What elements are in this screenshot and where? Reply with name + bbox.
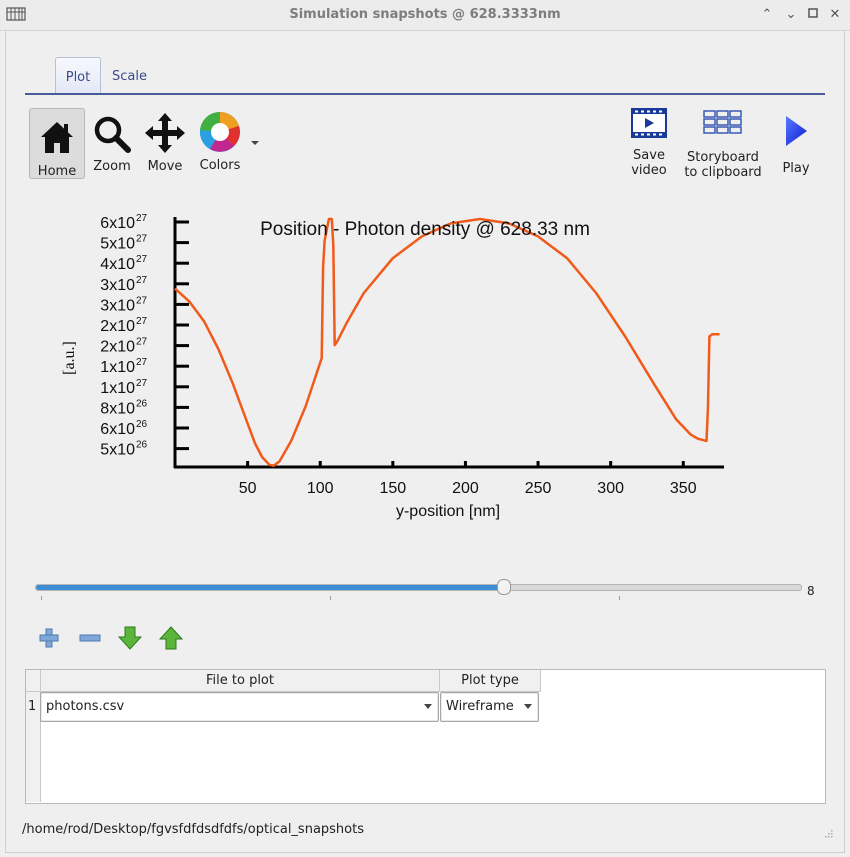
y-tick-exponent: 26 xyxy=(136,398,148,409)
x-axis-label: y-position [nm] xyxy=(396,503,500,520)
file-select[interactable]: photons.csv xyxy=(40,692,439,722)
slider-tick xyxy=(619,596,620,600)
close-icon[interactable]: ✕ xyxy=(826,6,844,24)
plot-type-value: Wireframe xyxy=(446,699,514,714)
save-video-button[interactable]: Save video xyxy=(620,108,678,180)
y-tick-exponent: 26 xyxy=(136,440,148,451)
slider-value: 8 xyxy=(807,584,815,598)
slider-tick xyxy=(41,596,42,600)
y-tick-exponent: 27 xyxy=(136,337,148,348)
maximize-icon[interactable] xyxy=(804,6,822,24)
y-tick-label: 6x10 xyxy=(100,421,135,438)
minus-icon xyxy=(79,634,101,642)
header-plot-type[interactable]: Plot type xyxy=(440,670,541,692)
plus-icon xyxy=(39,628,59,648)
chevron-down-icon[interactable]: ⌄ xyxy=(782,6,800,24)
title-bar: Simulation snapshots @ 628.3333nm ⌃ ⌄ ✕ xyxy=(0,0,850,31)
home-label: Home xyxy=(37,164,77,179)
row-number[interactable]: 1 xyxy=(28,699,36,714)
slider-handle[interactable] xyxy=(496,579,511,595)
file-select-value: photons.csv xyxy=(46,699,125,714)
x-tick-label: 250 xyxy=(525,480,552,497)
play-icon xyxy=(786,116,807,146)
y-tick-label: 4x10 xyxy=(100,256,135,273)
y-tick-exponent: 27 xyxy=(136,213,148,224)
header-file-to-plot[interactable]: File to plot xyxy=(41,670,440,692)
tab-plot[interactable]: Plot xyxy=(55,57,101,94)
move-row-up-button[interactable] xyxy=(158,625,184,651)
play-button[interactable]: Play xyxy=(776,108,816,178)
y-tick-label: 5x10 xyxy=(100,236,135,253)
y-tick-label: 2x10 xyxy=(100,318,135,335)
move-icon xyxy=(145,113,185,153)
colors-button[interactable]: Colors xyxy=(196,108,244,177)
storyboard-button[interactable]: Storyboard to clipboard xyxy=(682,108,764,180)
x-tick-label: 350 xyxy=(670,480,697,497)
arrow-down-icon xyxy=(117,626,143,650)
storyboard-label-2: to clipboard xyxy=(684,165,762,180)
photon-density-plot[interactable]: 6x10 275x10 274x10 273x10 273x10 272x10 272x10… xyxy=(0,200,850,530)
y-tick-label: 5x10 xyxy=(100,442,135,459)
move-row-down-button[interactable] xyxy=(117,625,143,651)
play-label: Play xyxy=(782,161,810,176)
x-tick-label: 200 xyxy=(452,480,479,497)
video-icon xyxy=(631,108,667,138)
resize-grip-icon[interactable] xyxy=(823,828,833,838)
x-tick-label: 100 xyxy=(307,480,334,497)
frame-slider[interactable] xyxy=(35,579,802,595)
y-tick-exponent: 26 xyxy=(136,419,148,430)
save-video-label-2: video xyxy=(631,163,667,178)
slider-tick xyxy=(330,596,331,600)
y-tick-label: 2x10 xyxy=(100,339,135,356)
tab-scale[interactable]: Scale xyxy=(112,57,147,93)
x-tick-label: 150 xyxy=(379,480,406,497)
storyboard-icon xyxy=(703,110,742,134)
plot-type-select[interactable]: Wireframe xyxy=(440,692,539,722)
x-tick-label: 300 xyxy=(597,480,624,497)
y-tick-label: 1x10 xyxy=(100,359,135,376)
x-tick-label: 50 xyxy=(239,480,257,497)
window-title: Simulation snapshots @ 628.3333nm xyxy=(289,7,561,22)
y-tick-exponent: 27 xyxy=(136,275,148,286)
y-tick-exponent: 27 xyxy=(136,378,148,389)
color-wheel-icon xyxy=(199,111,240,152)
remove-row-button[interactable] xyxy=(77,625,103,651)
slider-fill xyxy=(36,585,503,590)
y-tick-exponent: 27 xyxy=(136,357,148,368)
storyboard-label-1: Storyboard xyxy=(687,150,759,165)
home-icon xyxy=(41,122,73,153)
home-button[interactable]: Home xyxy=(29,108,85,179)
y-tick-label: 6x10 xyxy=(100,215,135,232)
tab-divider xyxy=(25,93,825,95)
save-video-label-1: Save xyxy=(633,148,665,163)
y-axis-label: [a.u.] xyxy=(61,341,78,375)
y-tick-exponent: 27 xyxy=(136,316,148,327)
zoom-label: Zoom xyxy=(93,159,131,174)
dropdown-arrow-icon xyxy=(524,704,532,709)
file-table: File to plot Plot type 1 photons.csv Wir… xyxy=(25,669,826,804)
dropdown-arrow-icon xyxy=(424,704,432,709)
move-label: Move xyxy=(147,159,183,174)
colors-dropdown-arrow-icon[interactable] xyxy=(251,141,259,145)
table-corner xyxy=(26,670,41,692)
add-row-button[interactable] xyxy=(36,625,62,651)
zoom-icon xyxy=(94,116,131,153)
status-path: /home/rod/Desktop/fgvsfdfdsdfdfs/optical… xyxy=(22,822,364,837)
y-tick-label: 8x10 xyxy=(100,400,135,417)
move-button[interactable]: Move xyxy=(142,108,188,177)
chart-title: Position - Photon density @ 628.33 nm xyxy=(260,219,590,240)
series-line xyxy=(174,217,720,467)
arrow-up-icon xyxy=(158,626,184,650)
chevron-up-icon[interactable]: ⌃ xyxy=(758,6,776,24)
y-tick-exponent: 27 xyxy=(136,295,148,306)
y-tick-exponent: 27 xyxy=(136,254,148,265)
zoom-button[interactable]: Zoom xyxy=(88,108,136,177)
y-tick-exponent: 27 xyxy=(136,234,148,245)
y-tick-label: 3x10 xyxy=(100,277,135,294)
y-tick-label: 3x10 xyxy=(100,297,135,314)
y-tick-label: 1x10 xyxy=(100,380,135,397)
colors-label: Colors xyxy=(199,158,241,173)
